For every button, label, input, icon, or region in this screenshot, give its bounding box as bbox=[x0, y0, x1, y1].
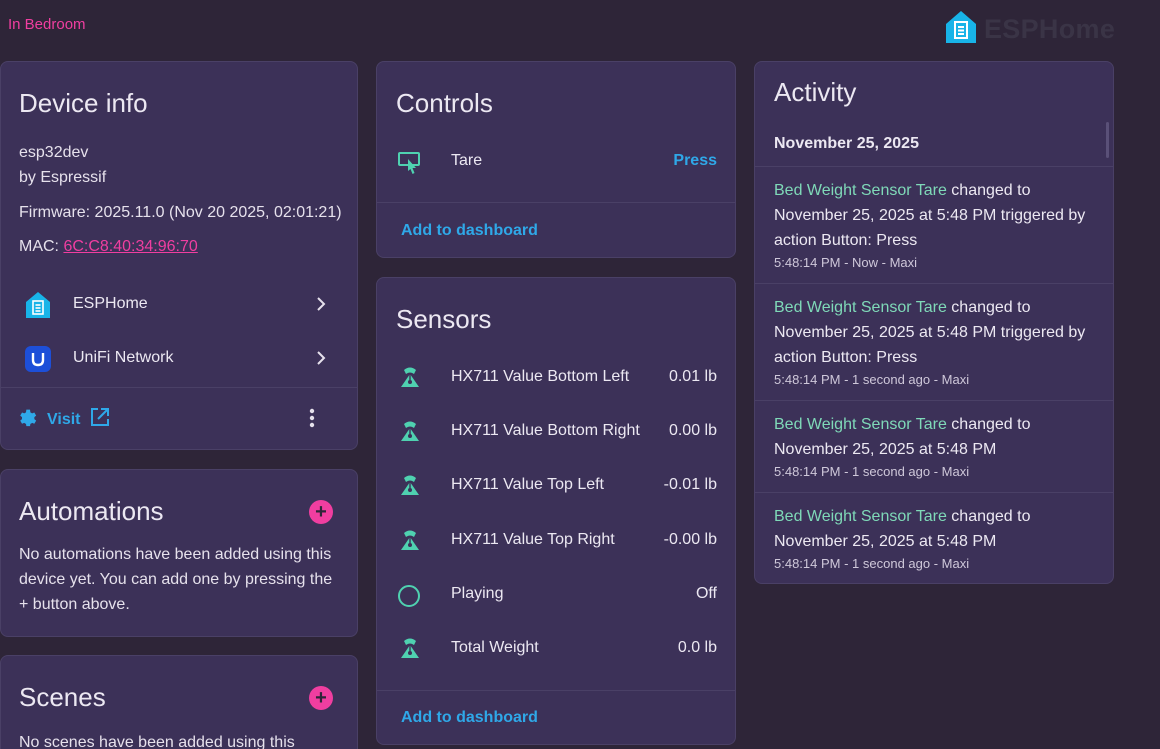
sensor-value: -0.00 lb bbox=[663, 531, 717, 548]
activity-entity-link[interactable]: Bed Weight Sensor Tare bbox=[774, 182, 947, 199]
sensor-value: -0.01 lb bbox=[663, 476, 717, 493]
scenes-title: Scenes bbox=[19, 682, 106, 712]
integration-label: ESPHome bbox=[73, 295, 148, 312]
divider bbox=[377, 690, 735, 691]
sensor-row[interactable]: Playing Off bbox=[377, 575, 735, 615]
sensor-value: 0.00 lb bbox=[668, 422, 717, 439]
activity-entry: Bed Weight Sensor Tare changed to Novemb… bbox=[755, 166, 1113, 283]
activity-text: Bed Weight Sensor Tare changed to Novemb… bbox=[774, 295, 1097, 370]
integration-label: UniFi Network bbox=[73, 349, 174, 366]
more-options-icon[interactable] bbox=[307, 408, 317, 433]
sensor-value: 0.01 lb bbox=[668, 368, 717, 385]
activity-card: Activity November 25, 2025 Bed Weight Se… bbox=[754, 61, 1114, 584]
sensor-row[interactable]: Total Weight 0.0 lb bbox=[377, 629, 735, 669]
gear-icon bbox=[17, 406, 39, 433]
sensor-value: 0.0 lb bbox=[677, 639, 717, 656]
sensor-name: HX711 Value Bottom Right bbox=[451, 422, 640, 439]
sensor-name: Total Weight bbox=[451, 639, 539, 656]
sensor-name: HX711 Value Bottom Left bbox=[451, 368, 630, 385]
controls-title: Controls bbox=[396, 88, 493, 118]
sensor-row[interactable]: HX711 Value Bottom Left 0.01 lb bbox=[377, 358, 735, 398]
scale-icon bbox=[397, 474, 423, 505]
visit-label: Visit bbox=[47, 410, 81, 428]
scenes-empty-text: No scenes have been added using this dev… bbox=[19, 734, 295, 749]
device-manufacturer: by Espressif bbox=[19, 169, 107, 186]
activity-meta: 5:48:14 PM - Now - Maxi bbox=[774, 255, 918, 270]
control-name: Tare bbox=[451, 152, 483, 169]
chevron-right-icon bbox=[313, 350, 329, 371]
activity-date-header: November 25, 2025 bbox=[774, 135, 919, 152]
activity-entry: Bed Weight Sensor Tare changed to Novemb… bbox=[755, 283, 1113, 400]
press-button[interactable]: Press bbox=[673, 152, 717, 170]
device-page: In Bedroom ESPHome Device info esp32dev … bbox=[0, 0, 1160, 749]
gesture-tap-button-icon bbox=[397, 150, 423, 181]
visit-button[interactable]: Visit bbox=[17, 406, 111, 433]
activity-text: Bed Weight Sensor Tare changed to Novemb… bbox=[774, 504, 1097, 554]
sensor-row[interactable]: HX711 Value Top Left -0.01 lb bbox=[377, 466, 735, 506]
activity-entity-link[interactable]: Bed Weight Sensor Tare bbox=[774, 508, 947, 525]
device-info-title: Device info bbox=[19, 88, 148, 118]
sensor-row[interactable]: HX711 Value Top Right -0.00 lb bbox=[377, 521, 735, 561]
activity-meta: 5:48:14 PM - 1 second ago - Maxi bbox=[774, 556, 970, 571]
scale-icon bbox=[397, 366, 423, 397]
sensor-row[interactable]: HX711 Value Bottom Right 0.00 lb bbox=[377, 412, 735, 452]
esphome-logo-icon bbox=[942, 8, 980, 51]
brand-name: ESPHome bbox=[984, 14, 1116, 44]
controls-card: Controls Tare Press Add to dashboard bbox=[376, 61, 736, 258]
activity-meta: 5:48:14 PM - 1 second ago - Maxi bbox=[774, 372, 970, 387]
automations-empty-text: No automations have been added using thi… bbox=[19, 546, 333, 613]
activity-entity-link[interactable]: Bed Weight Sensor Tare bbox=[774, 416, 947, 433]
automations-card: Automations + No automations have been a… bbox=[0, 469, 358, 637]
add-to-dashboard-button[interactable]: Add to dashboard bbox=[401, 222, 538, 240]
sensors-title: Sensors bbox=[396, 304, 492, 334]
scrollbar[interactable] bbox=[1106, 122, 1109, 158]
activity-text: Bed Weight Sensor Tare changed to Novemb… bbox=[774, 178, 1097, 253]
device-firmware: Firmware: 2025.11.0 (Nov 20 2025, 02:01:… bbox=[19, 204, 342, 221]
sensor-value: Off bbox=[695, 585, 717, 602]
integration-esphome[interactable]: ESPHome bbox=[1, 281, 357, 327]
open-in-new-icon bbox=[89, 406, 111, 433]
activity-title: Activity bbox=[774, 77, 857, 107]
mac-address-link[interactable]: 6C:C8:40:34:96:70 bbox=[63, 238, 197, 255]
device-info-card: Device info esp32dev by Espressif Firmwa… bbox=[0, 61, 358, 450]
activity-text: Bed Weight Sensor Tare changed to Novemb… bbox=[774, 412, 1097, 462]
automations-title: Automations bbox=[19, 496, 164, 526]
scale-icon bbox=[397, 420, 423, 451]
mac-label: MAC: bbox=[19, 238, 64, 255]
integration-unifi[interactable]: UniFi Network bbox=[1, 335, 357, 381]
sensors-card: Sensors HX711 Value Bottom Left 0.01 lb … bbox=[376, 277, 736, 745]
scenes-card: Scenes + No scenes have been added using… bbox=[0, 655, 358, 749]
esphome-icon bbox=[23, 290, 53, 325]
sensor-name: HX711 Value Top Left bbox=[451, 476, 604, 493]
activity-meta: 5:48:14 PM - 1 second ago - Maxi bbox=[774, 464, 970, 479]
add-to-dashboard-button[interactable]: Add to dashboard bbox=[401, 709, 538, 727]
device-mac: MAC: 6C:C8:40:34:96:70 bbox=[19, 238, 198, 256]
circle-outline-icon bbox=[397, 583, 423, 614]
activity-entry: Bed Weight Sensor Tare changed to Novemb… bbox=[755, 492, 1113, 583]
divider bbox=[1, 387, 357, 388]
device-model: esp32dev bbox=[19, 144, 89, 161]
sensor-name: Playing bbox=[451, 585, 504, 602]
divider bbox=[377, 202, 735, 203]
brand: ESPHome bbox=[942, 8, 1115, 51]
add-automation-button[interactable]: + bbox=[309, 500, 333, 524]
add-scene-button[interactable]: + bbox=[309, 686, 333, 710]
sensor-name: HX711 Value Top Right bbox=[451, 531, 615, 548]
chevron-right-icon bbox=[313, 296, 329, 317]
activity-entity-link[interactable]: Bed Weight Sensor Tare bbox=[774, 299, 947, 316]
unifi-icon bbox=[23, 344, 53, 379]
control-row-tare[interactable]: Tare Press bbox=[377, 142, 735, 182]
scale-icon bbox=[397, 637, 423, 668]
activity-entry: Bed Weight Sensor Tare changed to Novemb… bbox=[755, 400, 1113, 492]
scale-icon bbox=[397, 529, 423, 560]
area-link[interactable]: In Bedroom bbox=[8, 16, 86, 33]
